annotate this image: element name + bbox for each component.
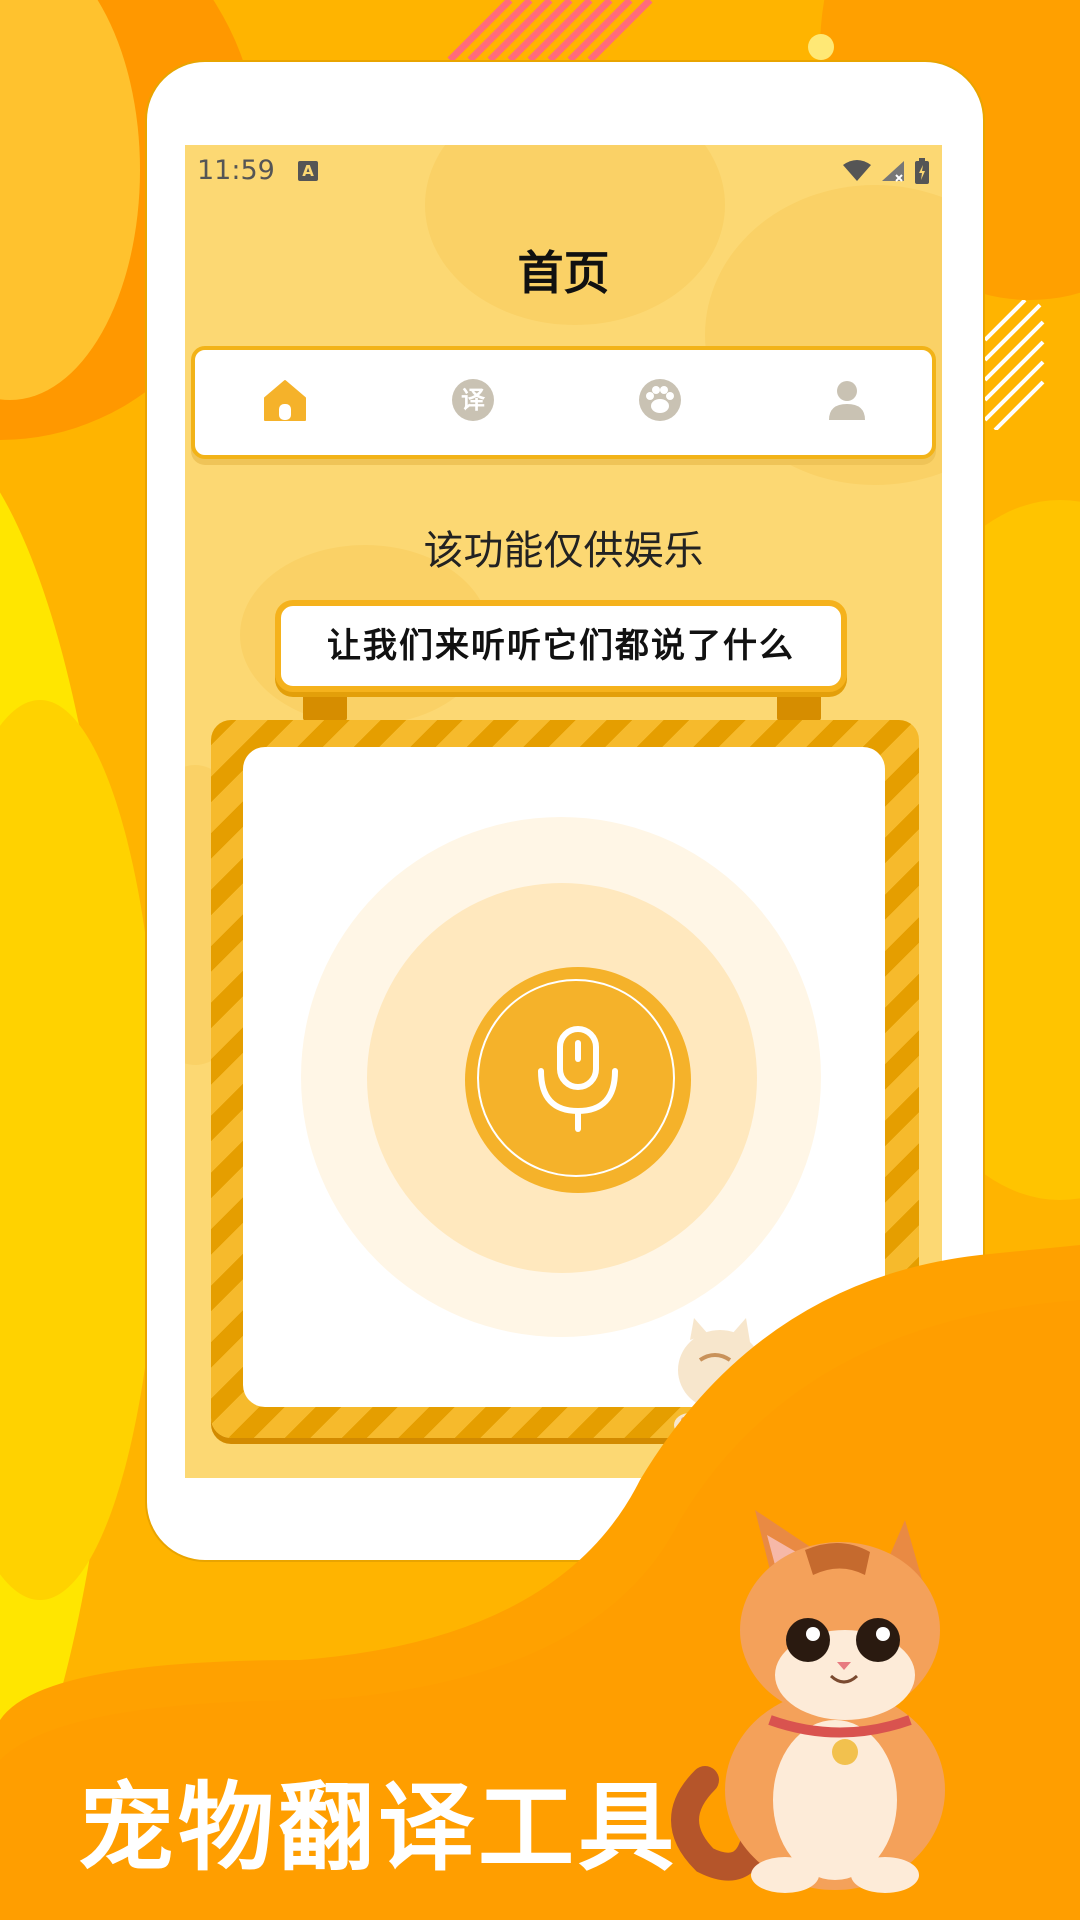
- promo-title: 宠物翻译工具: [78, 1772, 678, 1884]
- cat-illustration: [671, 1510, 945, 1893]
